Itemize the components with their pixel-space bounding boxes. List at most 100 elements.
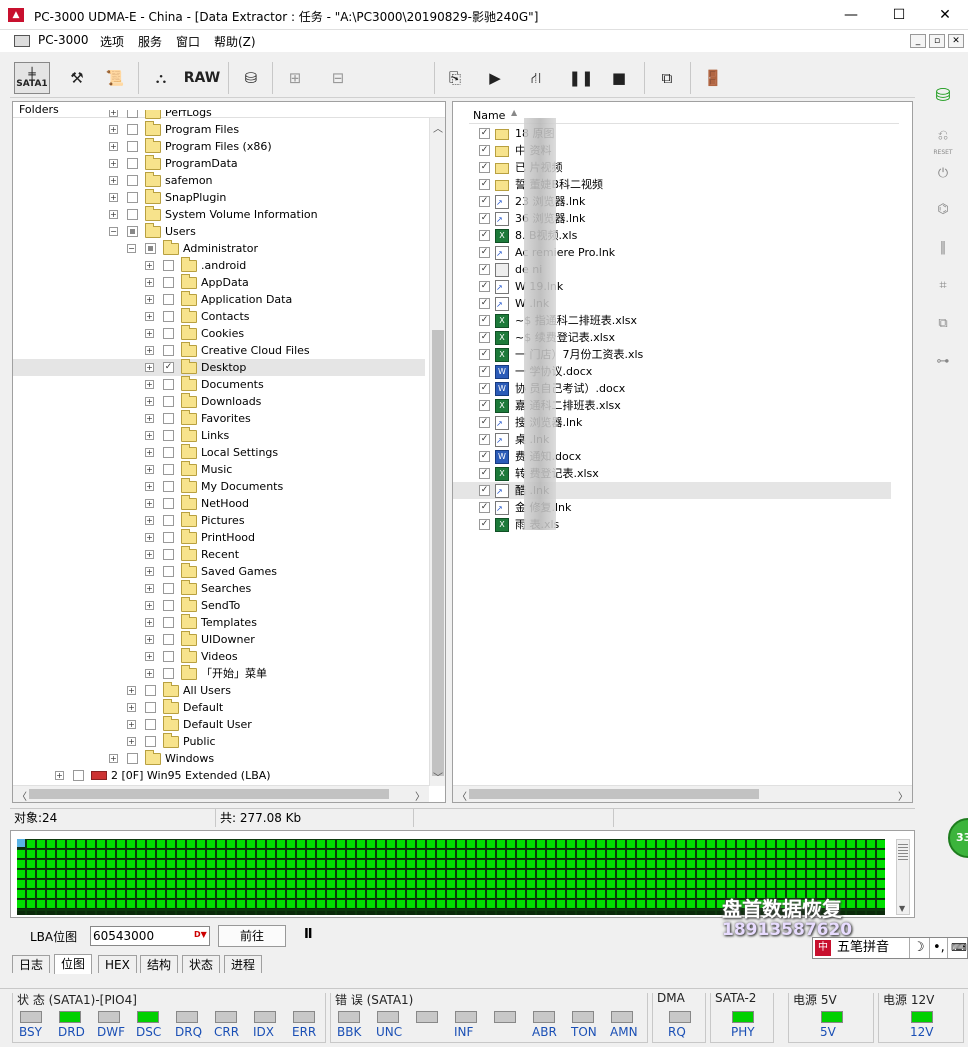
expand-toggle-icon[interactable]: + <box>145 499 154 508</box>
folder-checkbox[interactable] <box>163 294 174 305</box>
expand-toggle-icon[interactable]: + <box>109 754 118 763</box>
expand-toggle-icon[interactable]: + <box>145 550 154 559</box>
tree-row-2-0f-win95-extended-lba[interactable]: +2 [0F] Win95 Extended (LBA) <box>13 767 425 784</box>
expand-toggle-icon[interactable]: + <box>145 431 154 440</box>
expand-toggle-icon[interactable]: + <box>109 110 118 117</box>
ime-keyboard-icon[interactable]: ⌨ <box>947 938 967 958</box>
expand-toggle-icon[interactable]: + <box>109 210 118 219</box>
tree-row-contacts[interactable]: + Contacts <box>13 308 425 325</box>
expand-toggle-icon[interactable]: + <box>55 771 64 780</box>
bitmap-scrollbar[interactable]: ▼ <box>896 839 910 915</box>
tree-row-videos[interactable]: + Videos <box>13 648 425 665</box>
file-row[interactable]: ✓中 资料 <box>453 142 891 159</box>
tree-row-users[interactable]: − Users <box>13 223 425 240</box>
expand-toggle-icon[interactable]: + <box>109 193 118 202</box>
exit-button[interactable]: 🚪 <box>698 62 728 94</box>
expand-toggle-icon[interactable]: + <box>145 312 154 321</box>
file-row[interactable]: ✓W .lnk <box>453 295 891 313</box>
file-checkbox[interactable]: ✓ <box>479 349 490 360</box>
raw-button[interactable]: RAW <box>182 62 222 94</box>
file-row[interactable]: ✓ X 转 费登记表.xlsx <box>453 465 891 482</box>
folder-checkbox[interactable] <box>127 110 138 118</box>
file-row[interactable]: ✓桌 .lnk <box>453 431 891 449</box>
file-checkbox[interactable]: ✓ <box>479 230 490 241</box>
tab-bitmap[interactable]: 位图 <box>54 954 93 974</box>
expand-toggle-icon[interactable]: + <box>145 346 154 355</box>
tree-row-my-documents[interactable]: + My Documents <box>13 478 425 495</box>
tree-row-links[interactable]: + Links <box>13 427 425 444</box>
tree-row-administrator[interactable]: − Administrator <box>13 240 425 257</box>
sidebar-pause-button[interactable]: ‖ <box>928 234 958 262</box>
file-row[interactable]: ✓ W 一 学协议.docx <box>453 363 891 380</box>
tree-row-saved-games[interactable]: + Saved Games <box>13 563 425 580</box>
lba-input[interactable] <box>90 926 210 946</box>
expand-toggle-icon[interactable]: + <box>109 125 118 134</box>
folder-checkbox[interactable] <box>127 192 138 203</box>
collapse-toggle-icon[interactable]: − <box>109 227 118 236</box>
tree-view-button[interactable]: ⊞ <box>280 62 310 94</box>
folder-checkbox[interactable] <box>163 549 174 560</box>
folder-checkbox[interactable] <box>163 464 174 475</box>
tree-row-searches[interactable]: + Searches <box>13 580 425 597</box>
copy-button[interactable]: ⧉ <box>652 62 682 94</box>
scroll-thumb[interactable] <box>432 330 444 776</box>
folder-checkbox[interactable] <box>163 498 174 509</box>
sidebar-tool-button[interactable]: ⌗ <box>928 272 958 300</box>
ime-punctuation-icon[interactable]: •, <box>929 938 945 958</box>
tab-process[interactable]: 进程 <box>224 955 263 973</box>
expand-toggle-icon[interactable]: + <box>145 533 154 542</box>
tree-row-pictures[interactable]: + Pictures <box>13 512 425 529</box>
expand-toggle-icon[interactable]: + <box>127 720 136 729</box>
expand-toggle-icon[interactable]: + <box>145 618 154 627</box>
tree-row-windows[interactable]: + Windows <box>13 750 425 767</box>
folder-checkbox[interactable] <box>163 379 174 390</box>
file-checkbox[interactable]: ✓ <box>479 468 490 479</box>
file-row[interactable]: ✓ X ~$ 指通科二排班表.xlsx <box>453 312 891 329</box>
file-row[interactable]: ✓X雨 表.xls <box>453 516 891 533</box>
tree-row-documents[interactable]: + Documents <box>13 376 425 393</box>
menu-item-options[interactable]: 选项 <box>100 33 124 50</box>
disk-save-button[interactable]: ⛁ <box>236 62 266 94</box>
file-checkbox[interactable]: ✓ <box>479 315 490 326</box>
file-row[interactable]: ✓ X 嘉 通科二排班表.xlsx <box>453 397 891 414</box>
expand-toggle-icon[interactable]: + <box>145 652 154 661</box>
menu-item-service[interactable]: 服务 <box>138 33 162 50</box>
folders-vertical-scrollbar[interactable]: ︿ ﹀ <box>429 118 445 786</box>
folder-checkbox[interactable] <box>127 158 138 169</box>
file-checkbox[interactable]: ✓ <box>479 332 490 343</box>
expand-toggle-icon[interactable]: + <box>145 635 154 644</box>
folder-checkbox[interactable] <box>127 141 138 152</box>
file-row[interactable]: ✓de ni <box>453 261 891 278</box>
file-checkbox[interactable]: ✓ <box>479 519 490 530</box>
tree-row-snapplugin[interactable]: + SnapPlugin <box>13 189 425 206</box>
maximize-button[interactable]: ☐ <box>884 5 914 25</box>
scroll-thumb[interactable] <box>29 789 389 799</box>
tree-row-default-user[interactable]: + Default User <box>13 716 425 733</box>
scroll-down-icon[interactable]: ﹀ <box>433 769 443 784</box>
file-checkbox[interactable]: ✓ <box>479 451 490 462</box>
folder-checkbox[interactable]: ✓ <box>163 362 174 373</box>
stop-button[interactable]: ■ <box>606 62 632 94</box>
folder-checkbox[interactable] <box>163 566 174 577</box>
expand-toggle-icon[interactable]: + <box>145 329 154 338</box>
drive-db-button[interactable]: ⛁ <box>928 82 958 110</box>
file-row[interactable]: ✓ 誓 董婕B科二视频 <box>453 176 891 193</box>
script-button[interactable]: 📜 <box>100 62 130 94</box>
sidebar-copy-button[interactable]: ⧉ <box>928 310 958 338</box>
collapse-toggle-icon[interactable]: − <box>127 244 136 253</box>
file-checkbox[interactable]: ✓ <box>479 281 490 292</box>
file-row[interactable]: ✓ W 协 员自己考试）.docx <box>453 380 891 397</box>
file-list[interactable]: ✓18 原图✓中 资料✓已 片视频✓誓 董婕B科二视频✓23 浏览器.lnk✓3… <box>453 124 893 764</box>
file-checkbox[interactable]: ✓ <box>479 162 490 173</box>
file-checkbox[interactable]: ✓ <box>479 196 490 207</box>
file-row[interactable]: ✓X8. B视频.xls <box>453 227 891 244</box>
lba-spin-icon[interactable]: D▼ <box>194 930 207 939</box>
menu-item-window[interactable]: 窗口 <box>176 33 200 50</box>
mdi-close-button[interactable]: ✕ <box>948 34 964 48</box>
folder-checkbox[interactable] <box>163 617 174 628</box>
file-row[interactable]: ✓23 浏览器.lnk <box>453 193 891 211</box>
file-checkbox[interactable]: ✓ <box>479 247 490 258</box>
tree-row-local-settings[interactable]: + Local Settings <box>13 444 425 461</box>
file-row[interactable]: ✓Ac remiere Pro.lnk <box>453 244 891 262</box>
scroll-right-icon[interactable]: 〉 <box>898 788 908 802</box>
